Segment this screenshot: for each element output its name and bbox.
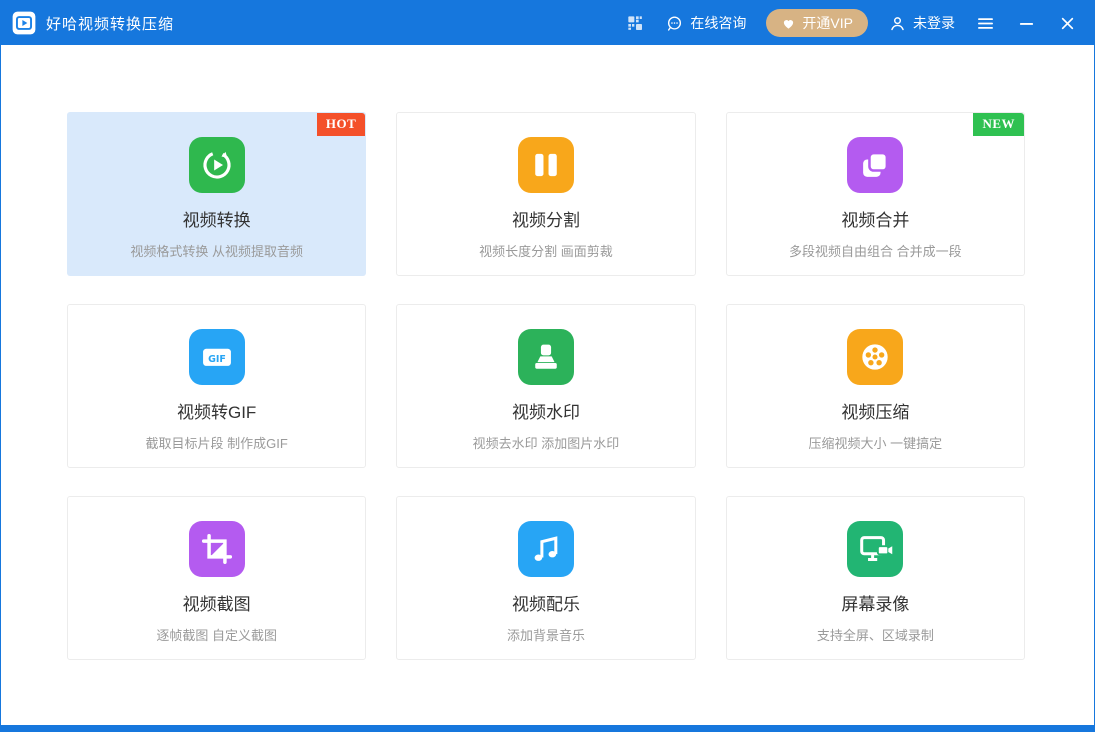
feature-card-video-compress[interactable]: 视频压缩压缩视频大小 一键搞定 [726, 304, 1025, 468]
card-subtitle: 视频长度分割 画面剪裁 [479, 241, 613, 260]
feature-card-screen-record[interactable]: 屏幕录像支持全屏、区域录制 [726, 496, 1025, 660]
app-logo-icon [11, 10, 37, 36]
titlebar-right: 在线咨询 开通VIP 未登录 [625, 9, 1094, 37]
card-title: 视频配乐 [512, 590, 580, 615]
online-chat-label: 在线咨询 [690, 13, 746, 33]
chat-bubble-icon [665, 14, 684, 33]
card-title: 视频合并 [841, 206, 909, 231]
video-split-icon [518, 137, 574, 193]
svg-text:GIF: GIF [208, 354, 226, 365]
video-watermark-icon [518, 329, 574, 385]
vip-button-label: 开通VIP [802, 13, 853, 33]
minimize-button[interactable] [1016, 13, 1037, 34]
feature-card-video-music[interactable]: 视频配乐添加背景音乐 [396, 496, 695, 660]
card-title: 视频分割 [512, 206, 580, 231]
card-subtitle: 逐帧截图 自定义截图 [156, 625, 277, 644]
video-merge-icon [847, 137, 903, 193]
card-subtitle: 支持全屏、区域录制 [817, 625, 934, 644]
video-compress-icon [847, 329, 903, 385]
bottom-bar [1, 725, 1094, 731]
user-icon [888, 14, 907, 33]
feature-card-video-split[interactable]: 视频分割视频长度分割 画面剪裁 [396, 112, 695, 276]
card-subtitle: 添加背景音乐 [507, 625, 585, 644]
online-chat-button[interactable]: 在线咨询 [665, 13, 746, 33]
app-window: 好哈视频转换压缩 在线咨询 开通VIP 未 [0, 0, 1095, 732]
mini-apps-grid-icon[interactable] [625, 13, 645, 33]
feature-grid: HOT 视频转换视频格式转换 从视频提取音频 视频分割视频长度分割 画面剪裁 NEW 视… [1, 45, 1094, 725]
titlebar: 好哈视频转换压缩 在线咨询 开通VIP 未 [1, 1, 1094, 45]
feature-card-video-watermark[interactable]: 视频水印视频去水印 添加图片水印 [396, 304, 695, 468]
video-screenshot-icon [189, 521, 245, 577]
card-subtitle: 截取目标片段 制作成GIF [146, 433, 288, 452]
screen-record-icon [847, 521, 903, 577]
vip-button[interactable]: 开通VIP [766, 9, 868, 37]
video-convert-icon [189, 137, 245, 193]
card-title: 视频转GIF [177, 398, 256, 423]
card-title: 视频水印 [512, 398, 580, 423]
card-subtitle: 多段视频自由组合 合并成一段 [789, 241, 962, 260]
feature-card-video-convert[interactable]: HOT 视频转换视频格式转换 从视频提取音频 [67, 112, 366, 276]
card-title: 屏幕录像 [841, 590, 909, 615]
vip-heart-icon [781, 16, 796, 31]
feature-card-video-to-gif[interactable]: GIF 视频转GIF 截取目标片段 制作成GIF [67, 304, 366, 468]
card-title: 视频压缩 [841, 398, 909, 423]
card-title: 视频截图 [183, 590, 251, 615]
card-title: 视频转换 [183, 206, 251, 231]
close-button[interactable] [1057, 13, 1078, 34]
video-to-gif-icon: GIF [189, 329, 245, 385]
video-music-icon [518, 521, 574, 577]
new-badge: NEW [973, 113, 1024, 136]
login-button[interactable]: 未登录 [888, 13, 955, 33]
titlebar-left: 好哈视频转换压缩 [11, 10, 174, 36]
feature-card-video-screenshot[interactable]: 视频截图逐帧截图 自定义截图 [67, 496, 366, 660]
card-subtitle: 压缩视频大小 一键搞定 [809, 433, 943, 452]
hot-badge: HOT [317, 113, 365, 136]
feature-card-video-merge[interactable]: NEW 视频合并多段视频自由组合 合并成一段 [726, 112, 1025, 276]
app-title: 好哈视频转换压缩 [46, 13, 174, 34]
login-status-label: 未登录 [913, 13, 955, 33]
menu-button[interactable] [975, 13, 996, 34]
card-subtitle: 视频去水印 添加图片水印 [473, 433, 620, 452]
card-subtitle: 视频格式转换 从视频提取音频 [130, 241, 303, 260]
